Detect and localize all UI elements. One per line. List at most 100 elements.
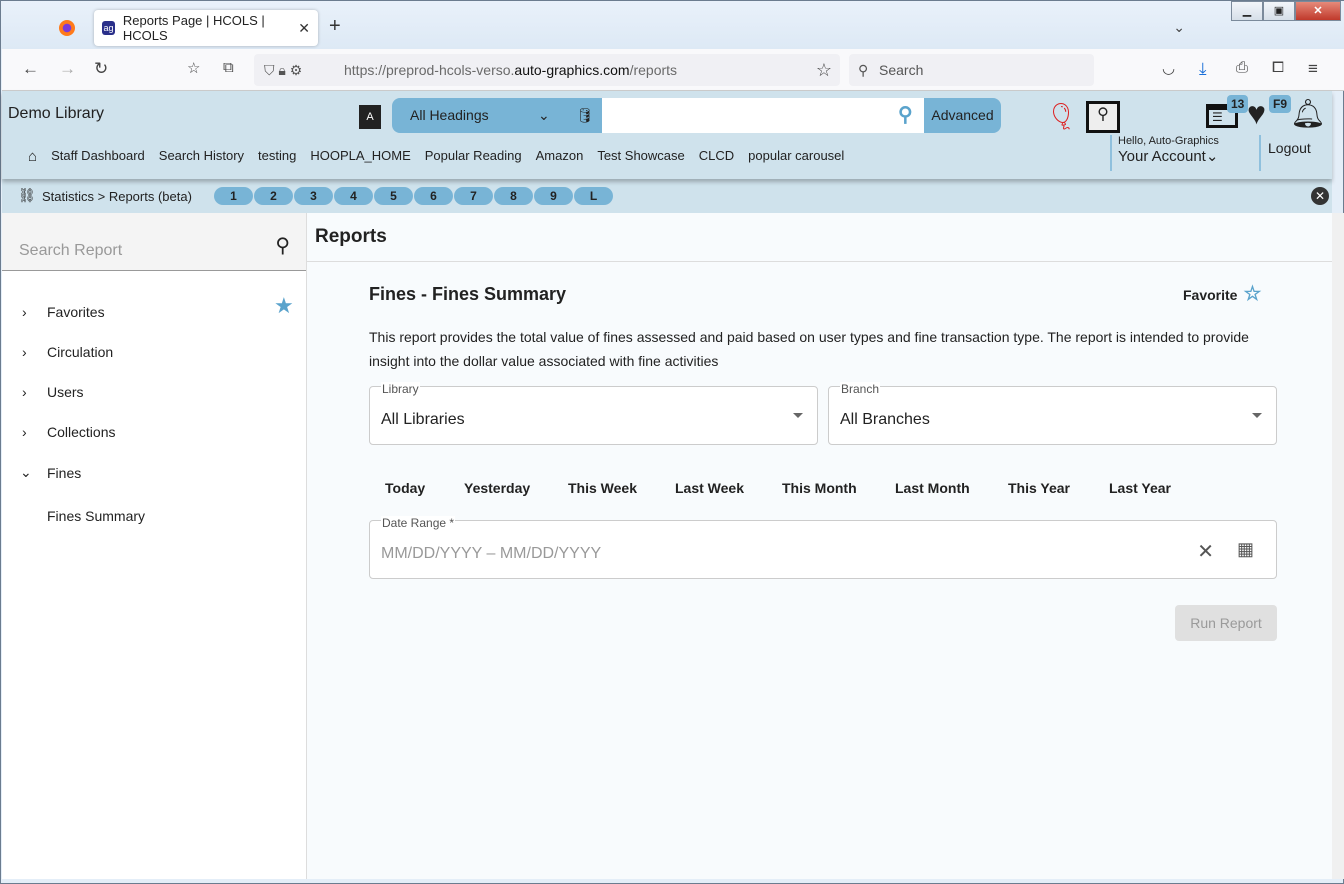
star-outline-icon: ☆ [1243, 283, 1262, 305]
url-bar[interactable]: https://preprod-hcols-verso.auto-graphic… [254, 54, 840, 86]
close-window-icon[interactable]: ✕ [1295, 1, 1341, 21]
sidebar-item-users[interactable]: › Users [2, 384, 84, 400]
date-range-input[interactable]: Date Range * MM/DD/YYYY – MM/DD/YYYY ✕ ▦ [369, 516, 1277, 579]
sidebar-subitem-fines-summary[interactable]: Fines Summary [47, 508, 145, 524]
sidebar-item-circulation[interactable]: › Circulation [2, 344, 113, 360]
chevron-down-icon: ⌄ [538, 107, 550, 123]
scrollbar[interactable] [1332, 213, 1344, 879]
browser-tab[interactable]: ag Reports Page | HCOLS | HCOLS ✕ [94, 10, 318, 46]
menu-item[interactable]: popular carousel [748, 148, 844, 165]
menu-item[interactable]: Amazon [536, 148, 584, 165]
range-last-week[interactable]: Last Week [675, 480, 744, 496]
page-pill[interactable]: 6 [414, 187, 453, 205]
heart-icon[interactable]: ♥ [1247, 95, 1266, 132]
pocket-icon[interactable]: ◡ [1162, 59, 1175, 77]
media-search-icon[interactable]: ⚲ [1086, 101, 1120, 133]
close-icon[interactable]: ✕ [1311, 187, 1329, 205]
tab-list-chevron-icon[interactable]: ⌄ [1173, 19, 1185, 36]
chevron-right-icon: › [22, 424, 27, 440]
dropdown-arrow-icon [1252, 413, 1262, 418]
catalog-search-input[interactable] [602, 98, 924, 133]
page-pill[interactable]: 8 [494, 187, 533, 205]
report-title: Fines - Fines Summary [369, 284, 567, 304]
page-pill[interactable]: 1 [214, 187, 253, 205]
menu-item[interactable]: Staff Dashboard [51, 148, 145, 165]
menu-item[interactable]: testing [258, 148, 296, 165]
menu-item[interactable]: Search History [159, 148, 244, 165]
star-icon[interactable]: ☆ [816, 54, 832, 86]
sidebar-item-label: Users [47, 384, 84, 400]
calendar-icon[interactable]: ▦ [1237, 539, 1254, 560]
search-icon: ⚲ [858, 62, 869, 78]
sidebar-item-collections[interactable]: › Collections [2, 424, 115, 440]
advanced-search-button[interactable]: Advanced [924, 98, 1001, 133]
language-icon[interactable]: A [359, 105, 381, 129]
range-last-month[interactable]: Last Month [895, 480, 970, 496]
range-this-month[interactable]: This Month [782, 480, 857, 496]
new-tab-icon[interactable]: + [329, 15, 341, 38]
menu-item[interactable]: Popular Reading [425, 148, 522, 165]
list-count-badge: 13 [1227, 95, 1249, 113]
database-icon[interactable]: 🛢︎ [576, 98, 594, 133]
sidebar-item-favorites[interactable]: › Favorites [2, 304, 105, 320]
shield-lock-icon[interactable]: ⛉ 🔒︎ ⚙ [264, 54, 302, 86]
favorite-button[interactable]: Favorite ☆ [1183, 283, 1262, 305]
browser-search-input[interactable]: ⚲ Search [849, 54, 1094, 86]
tab-bar: ag Reports Page | HCOLS | HCOLS ✕ + ⌄ ▁ ▣… [1, 1, 1344, 49]
search-icon[interactable]: ⚲ [898, 102, 913, 127]
back-icon[interactable]: ← [22, 59, 39, 79]
home-icon[interactable]: ⌂ [28, 148, 37, 165]
account-menu[interactable]: Hello, Auto-Graphics Your Account⌄ [1110, 135, 1219, 171]
share-icon[interactable]: ⧉ [223, 59, 234, 76]
search-report-input[interactable]: Search Report ⚲ [2, 213, 306, 271]
page-pill[interactable]: 4 [334, 187, 373, 205]
minimize-icon[interactable]: ▁ [1231, 1, 1263, 21]
forward-icon[interactable]: → [59, 59, 76, 79]
quick-pages: 123456789L [214, 187, 614, 205]
maximize-icon[interactable]: ▣ [1263, 1, 1295, 21]
library-select[interactable]: Library All Libraries [369, 382, 818, 445]
menu-icon[interactable]: ≡ [1308, 59, 1318, 79]
page-title: Reports [307, 213, 1339, 262]
breadcrumb[interactable]: Statistics > Reports (beta) [42, 189, 192, 204]
range-this-year[interactable]: This Year [1008, 480, 1070, 496]
library-value: All Libraries [381, 411, 465, 428]
page-pill[interactable]: 3 [294, 187, 333, 205]
extensions-icon[interactable]: ⧠ [1272, 59, 1284, 76]
favorite-label: Favorite [1183, 287, 1238, 303]
balloon-icon[interactable]: 🎈︎ [1045, 101, 1078, 132]
range-yesterday[interactable]: Yesterday [464, 480, 530, 496]
range-today[interactable]: Today [385, 480, 425, 496]
page-pill[interactable]: L [574, 187, 613, 205]
search-icon[interactable]: ⚲ [275, 233, 290, 258]
menu-item[interactable]: Test Showcase [597, 148, 684, 165]
page-pill[interactable]: 5 [374, 187, 413, 205]
reload-icon[interactable]: ↻ [94, 59, 108, 79]
sidebar-item-label: Favorites [47, 304, 105, 320]
logout-link[interactable]: Logout [1259, 135, 1311, 171]
menu-item[interactable]: HOOPLA_HOME [310, 148, 410, 165]
firefox-icon [59, 20, 75, 36]
print-icon[interactable]: ⎙ [1236, 59, 1248, 76]
menu-item[interactable]: CLCD [699, 148, 734, 165]
clear-icon[interactable]: ✕ [1197, 539, 1214, 564]
star-icon: ★ [274, 293, 294, 318]
range-last-year[interactable]: Last Year [1109, 480, 1171, 496]
run-report-button[interactable]: Run Report [1175, 605, 1277, 641]
branch-select[interactable]: Branch All Branches [828, 382, 1277, 445]
dropdown-arrow-icon [793, 413, 803, 418]
bookmark-page-icon[interactable]: ☆ [187, 59, 200, 77]
tab-close-icon[interactable]: ✕ [298, 20, 310, 37]
page-pill[interactable]: 9 [534, 187, 573, 205]
page-pill[interactable]: 2 [254, 187, 293, 205]
heading-select[interactable]: All Headings ⌄ 🛢︎ [392, 98, 602, 133]
sidebar-item-fines[interactable]: ⌄ Fines [2, 464, 81, 481]
download-icon[interactable]: ⤓ [1199, 59, 1207, 79]
range-this-week[interactable]: This Week [568, 480, 637, 496]
url-domain: auto-graphics.com [514, 62, 630, 78]
chevron-right-icon: › [22, 384, 27, 400]
branch-label: Branch [840, 382, 881, 396]
bell-icon[interactable]: 🔔︎ [1290, 97, 1326, 130]
page-pill[interactable]: 7 [454, 187, 493, 205]
chevron-right-icon: › [22, 304, 27, 320]
